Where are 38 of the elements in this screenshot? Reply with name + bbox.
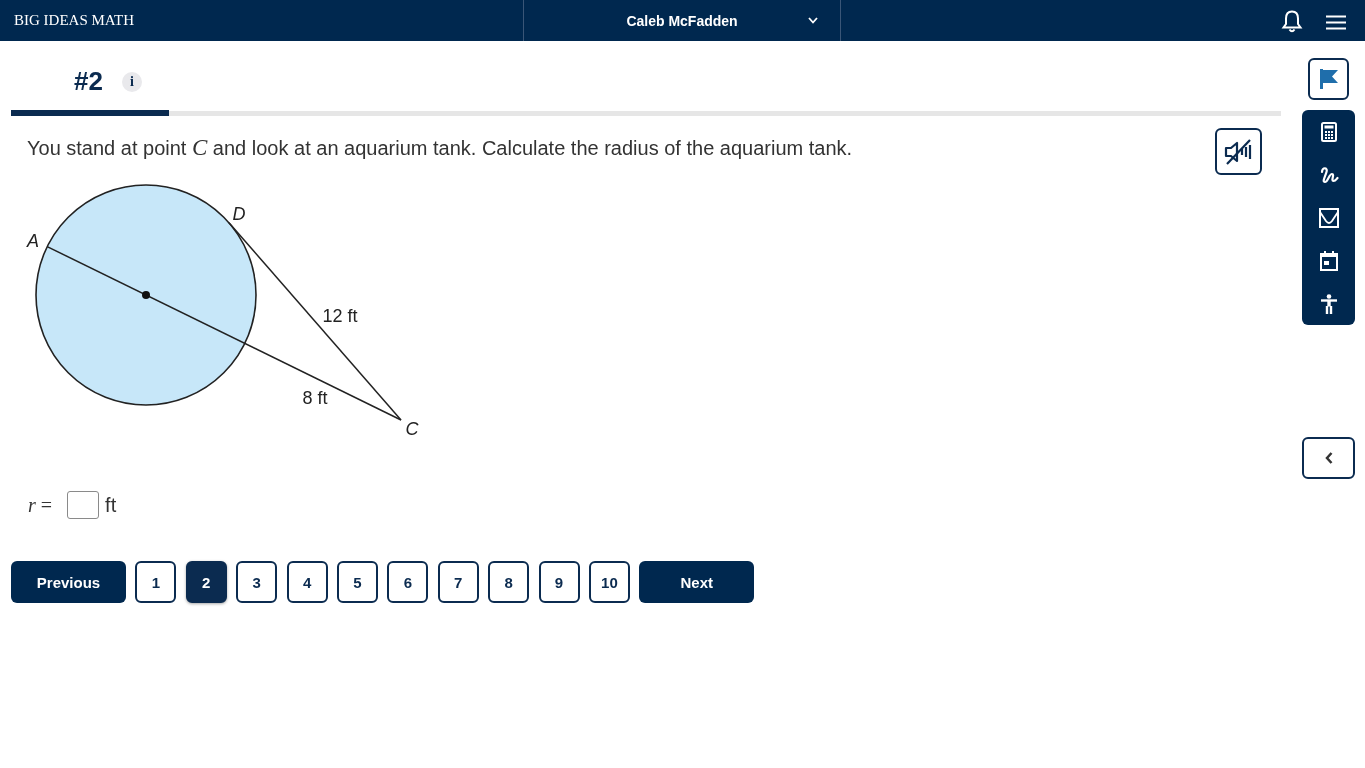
collapse-button[interactable]: [1302, 437, 1355, 479]
point-label: A: [27, 231, 39, 251]
page-button[interactable]: 2: [185, 561, 227, 603]
info-button[interactable]: i: [121, 71, 142, 92]
point-label: D: [232, 204, 246, 224]
question-text: You stand at point C and look at an aquarium tank. Calculate the radius of the aquarium tank.: [27, 134, 854, 160]
page-button[interactable]: 3: [236, 561, 278, 603]
page-button[interactable]: 4: [286, 561, 328, 603]
menu-icon[interactable]: [1326, 14, 1346, 30]
caret-icon: [808, 17, 818, 24]
answer-field[interactable]: [67, 491, 100, 519]
graph-icon[interactable]: [1318, 208, 1339, 228]
brand-name: BIG IDEAS MATH: [14, 12, 134, 29]
flag-icon: [1318, 68, 1339, 90]
bell-icon[interactable]: [1281, 8, 1303, 33]
point-label: C: [405, 419, 419, 439]
page-button[interactable]: 6: [387, 561, 429, 603]
length-label: 8 ft: [302, 388, 328, 408]
page-button[interactable]: 8: [488, 561, 530, 603]
length-label: 12 ft: [322, 306, 358, 326]
page-button[interactable]: 10: [588, 561, 630, 603]
next-button[interactable]: Next: [639, 561, 755, 603]
calculator-icon[interactable]: [1318, 122, 1339, 142]
user-menu-button[interactable]: Caleb McFadden: [523, 0, 841, 41]
page-button[interactable]: 9: [538, 561, 580, 603]
flag-button[interactable]: [1308, 58, 1349, 100]
calendar-icon[interactable]: [1318, 251, 1339, 271]
accessibility-icon[interactable]: [1318, 294, 1339, 314]
squiggle-icon[interactable]: [1318, 165, 1339, 185]
previous-button[interactable]: Previous: [11, 561, 126, 603]
chevron-left-icon: [1324, 452, 1333, 464]
page-button[interactable]: 7: [437, 561, 479, 603]
mute-button[interactable]: [1215, 128, 1262, 175]
page-button[interactable]: 1: [135, 561, 177, 603]
page-button[interactable]: 5: [336, 561, 378, 603]
unit-label: ft: [105, 493, 117, 517]
question-tab[interactable]: #2 i: [11, 41, 169, 116]
variable-label: r =: [28, 493, 53, 517]
